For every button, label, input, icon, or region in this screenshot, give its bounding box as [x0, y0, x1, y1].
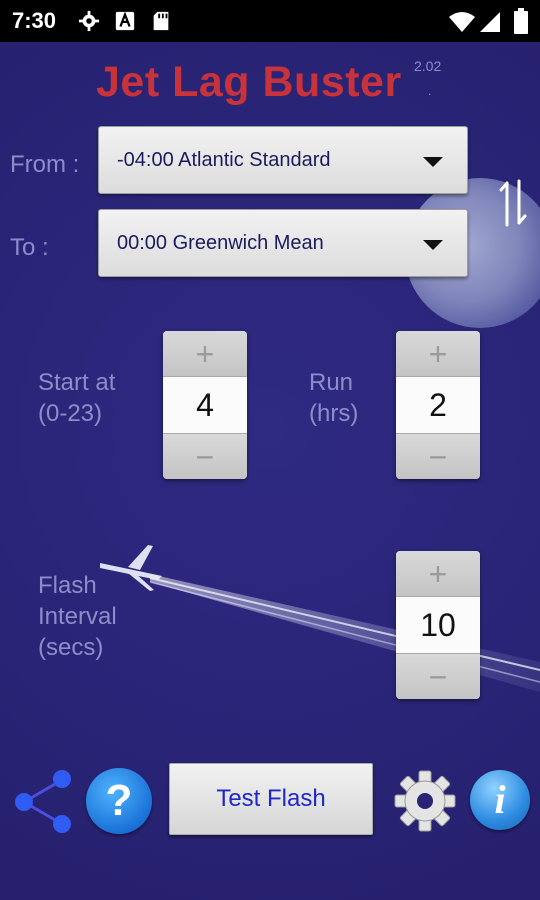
version-dot: . [428, 84, 432, 98]
wifi-icon [449, 12, 475, 32]
run-increment-button[interactable]: + [396, 331, 480, 377]
app-title: Jet Lag Buster [96, 58, 402, 106]
run-hours-value[interactable]: 2 [396, 377, 480, 433]
status-time: 7:30 [12, 8, 57, 33]
info-icon: i [494, 777, 506, 822]
info-button[interactable]: i [470, 770, 530, 830]
settings-gear-icon[interactable] [394, 770, 456, 832]
swap-arrows-icon[interactable] [498, 177, 528, 229]
chevron-down-icon [423, 240, 443, 250]
from-timezone-value: -04:00 Atlantic Standard [117, 149, 331, 171]
from-label: From : [10, 151, 80, 178]
start-decrement-button[interactable]: − [163, 433, 247, 479]
run-decrement-button[interactable]: − [396, 433, 480, 479]
start-hour-stepper: + 4 − [163, 331, 247, 479]
start-increment-button[interactable]: + [163, 331, 247, 377]
chevron-down-icon [423, 157, 443, 167]
status-bar: 7:30 [0, 0, 540, 42]
run-label: Run (hrs) [309, 369, 359, 427]
flash-interval-label: Flash Interval (secs) [38, 572, 117, 661]
to-timezone-dropdown[interactable]: 00:00 Greenwich Mean [98, 209, 468, 277]
from-timezone-dropdown[interactable]: -04:00 Atlantic Standard [98, 126, 468, 194]
question-mark-icon: ? [105, 776, 133, 825]
start-hour-value[interactable]: 4 [163, 377, 247, 433]
flash-interval-value[interactable]: 10 [396, 597, 480, 653]
to-label: To : [10, 234, 49, 261]
a-icon [115, 11, 135, 31]
app-screen: Jet Lag Buster 2.02 . From : -04:00 Atla… [0, 42, 540, 900]
flash-increment-button[interactable]: + [396, 551, 480, 597]
to-timezone-value: 00:00 Greenwich Mean [117, 232, 324, 254]
battery-icon [514, 8, 528, 34]
run-hours-stepper: + 2 − [396, 331, 480, 479]
flash-decrement-button[interactable]: − [396, 653, 480, 699]
start-at-label: Start at (0-23) [38, 369, 116, 427]
sd-card-icon [153, 11, 169, 31]
test-flash-button[interactable]: Test Flash [169, 763, 373, 835]
flash-interval-stepper: + 10 − [396, 551, 480, 699]
help-button[interactable]: ? [86, 768, 152, 834]
app-version: 2.02 [414, 58, 442, 74]
gear-icon [78, 10, 100, 32]
signal-icon [480, 12, 500, 32]
share-icon[interactable] [12, 768, 74, 834]
